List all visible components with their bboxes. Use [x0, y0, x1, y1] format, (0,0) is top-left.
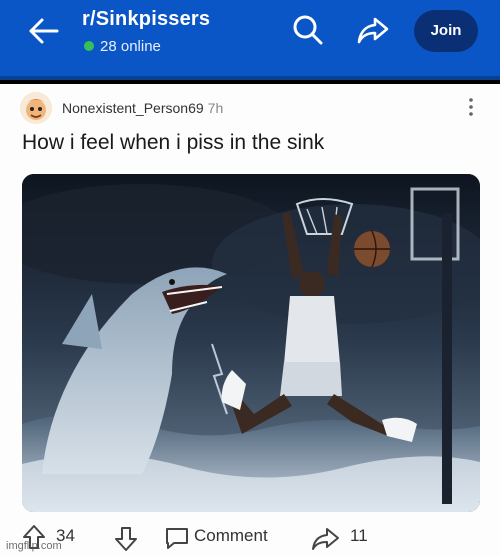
action-bar: 34 Comment 11 — [0, 522, 500, 556]
kebab-menu-icon[interactable] — [466, 96, 476, 118]
post-card: Nonexistent_Person69 7h How i feel when i… — [0, 84, 500, 556]
online-count: 28 online — [84, 38, 161, 55]
post-title[interactable]: How i feel when i piss in the sink — [22, 131, 324, 155]
comment-icon[interactable] — [164, 526, 190, 550]
avatar[interactable] — [20, 92, 52, 124]
back-arrow-icon[interactable] — [26, 16, 60, 46]
join-button[interactable]: Join — [414, 10, 478, 52]
avatar-image — [20, 92, 52, 124]
share-icon[interactable] — [310, 526, 340, 552]
app-header: r/Sinkpissers 28 online Join — [0, 0, 500, 80]
meme-illustration — [22, 174, 480, 512]
online-dot — [84, 41, 94, 51]
online-text: 28 online — [100, 38, 161, 55]
comment-button[interactable]: Comment — [194, 526, 268, 546]
author-name[interactable]: Nonexistent_Person69 — [62, 100, 204, 116]
post-age: 7h — [207, 100, 224, 116]
subreddit-name[interactable]: r/Sinkpissers — [82, 8, 210, 31]
post-author[interactable]: Nonexistent_Person69 7h — [62, 100, 223, 116]
post-image[interactable] — [22, 174, 480, 512]
downvote-icon[interactable] — [114, 526, 138, 552]
search-icon[interactable] — [290, 12, 324, 46]
share-count: 11 — [350, 526, 368, 545]
watermark: imgflip.com — [6, 540, 62, 552]
share-icon[interactable] — [356, 14, 390, 46]
